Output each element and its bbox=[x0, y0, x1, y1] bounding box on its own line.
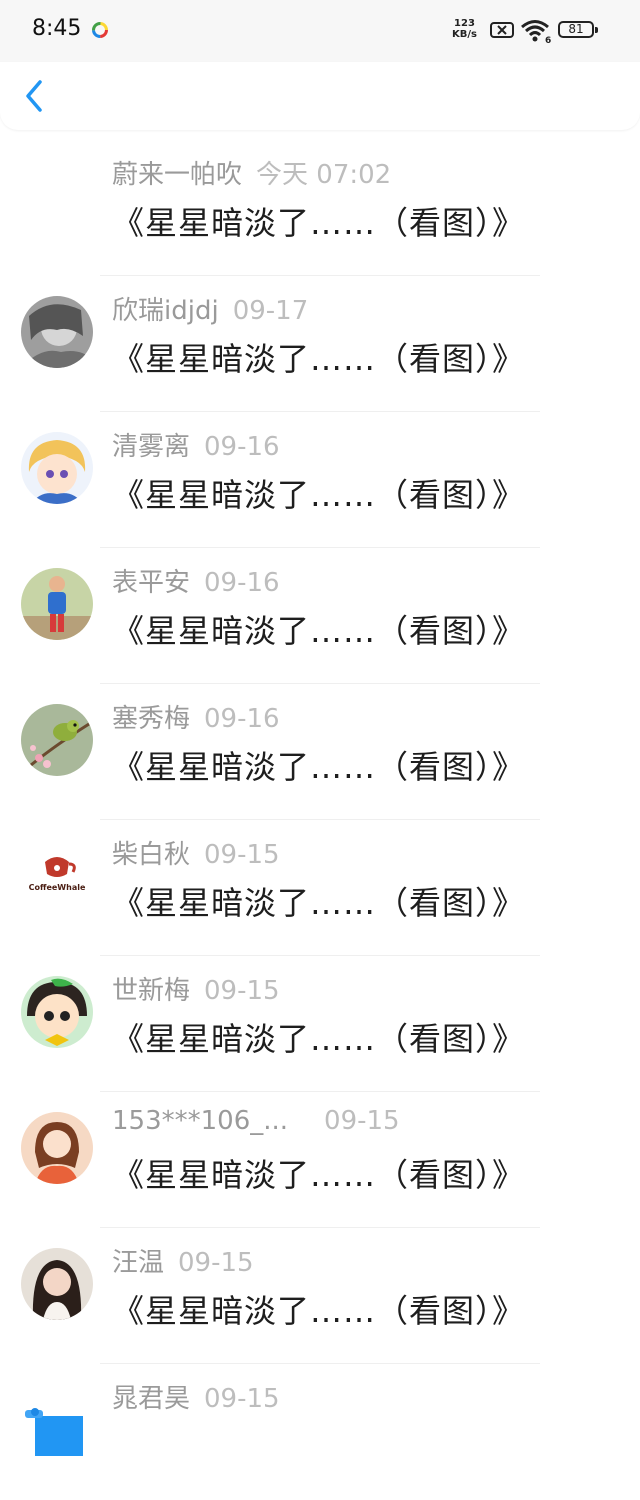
cartoon-face-icon bbox=[21, 976, 93, 1048]
comment-item[interactable]: 欣瑞idjdj 09-17 《星星暗淡了……（看图）》 bbox=[0, 276, 640, 412]
user-name[interactable]: 表平安 bbox=[112, 568, 190, 598]
kid-photo-icon bbox=[21, 568, 93, 640]
avatar[interactable] bbox=[21, 568, 93, 640]
comment-item[interactable]: 153***106_... 09-15 《星星暗淡了……（看图）》 bbox=[0, 1092, 640, 1228]
comment-item[interactable]: 汪温 09-15 《星星暗淡了……（看图）》 bbox=[0, 1228, 640, 1364]
comment-date: 09-15 bbox=[204, 976, 280, 1006]
comment-text: 《星星暗淡了……（看图）》 bbox=[112, 1156, 526, 1194]
avatar[interactable] bbox=[21, 1248, 93, 1320]
comment-text: 《星星暗淡了……（看图）》 bbox=[112, 476, 526, 514]
comment-item[interactable]: 塞秀梅 09-16 《星星暗淡了……（看图）》 bbox=[0, 684, 640, 820]
comment-date: 今天 07:02 bbox=[256, 160, 392, 190]
comment-meta: 欣瑞idjdj 09-17 bbox=[112, 290, 308, 327]
comment-item[interactable]: 表平安 09-16 《星星暗淡了……（看图）》 bbox=[0, 548, 640, 684]
gray-photo-icon bbox=[21, 296, 93, 368]
avatar[interactable] bbox=[21, 704, 93, 776]
comment-text: 《星星暗淡了……（看图）》 bbox=[112, 1292, 526, 1330]
comment-text: 《星星暗淡了……（看图）》 bbox=[112, 1020, 526, 1058]
status-bar: 8:45 123 KB/s 6 81 bbox=[0, 0, 640, 62]
network-speed: 123 KB/s bbox=[452, 18, 477, 40]
comment-text: 《星星暗淡了……（看图）》 bbox=[112, 340, 526, 378]
comment-text: 《星星暗淡了……（看图）》 bbox=[112, 612, 526, 650]
coffeewhale-logo-icon: CoffeeWhale bbox=[21, 840, 93, 912]
comment-date: 09-15 bbox=[178, 1248, 254, 1278]
avatar[interactable] bbox=[21, 432, 93, 504]
avatar[interactable]: CoffeeWhale bbox=[21, 840, 93, 912]
user-name[interactable]: 清雾离 bbox=[112, 432, 190, 462]
comment-meta: 晁君昊 09-15 bbox=[112, 1378, 280, 1415]
comment-text: 《星星暗淡了……（看图）》 bbox=[112, 204, 526, 242]
avatar[interactable] bbox=[21, 296, 93, 368]
user-name[interactable]: 汪温 bbox=[112, 1248, 164, 1278]
avatar[interactable] bbox=[21, 1112, 93, 1184]
comment-date: 09-16 bbox=[204, 568, 280, 598]
comment-date: 09-15 bbox=[324, 1106, 400, 1136]
svg-text:6: 6 bbox=[545, 36, 551, 44]
wifi-icon: 6 bbox=[521, 20, 551, 44]
battery-indicator: 81 bbox=[558, 21, 598, 38]
comment-meta: 柴白秋 09-15 bbox=[112, 834, 280, 871]
user-name[interactable]: 世新梅 bbox=[112, 976, 190, 1006]
comment-item[interactable]: CoffeeWhale 柴白秋 09-15 《星星暗淡了……（看图）》 bbox=[0, 820, 640, 956]
illustration-girl-icon bbox=[21, 1112, 93, 1184]
comment-meta: 表平安 09-16 bbox=[112, 562, 280, 599]
comment-date: 09-17 bbox=[232, 296, 309, 326]
comment-item[interactable]: 蔚来一帕吹 今天 07:02 《星星暗淡了……（看图）》 bbox=[0, 140, 640, 276]
app-notification-icon bbox=[92, 22, 108, 38]
user-name[interactable]: 柴白秋 bbox=[112, 840, 190, 870]
comment-date: 09-15 bbox=[204, 1384, 280, 1414]
comment-meta: 塞秀梅 09-16 bbox=[112, 698, 280, 735]
bird-photo-icon bbox=[21, 704, 93, 776]
user-name[interactable]: 晁君昊 bbox=[112, 1384, 190, 1414]
back-button[interactable] bbox=[18, 76, 52, 116]
comment-text: 《星星暗淡了……（看图）》 bbox=[112, 748, 526, 786]
header bbox=[0, 62, 640, 130]
comment-item[interactable]: 晁君昊 09-15 bbox=[0, 1364, 640, 1500]
chevron-left-icon bbox=[26, 80, 42, 112]
user-name[interactable]: 蔚来一帕吹 bbox=[112, 160, 242, 190]
no-sim-icon bbox=[490, 22, 514, 38]
comment-meta: 清雾离 09-16 bbox=[112, 426, 280, 463]
avatar[interactable] bbox=[21, 976, 93, 1048]
avatar[interactable] bbox=[21, 1384, 93, 1456]
comment-meta: 153***106_... 09-15 bbox=[112, 1106, 400, 1136]
girl-photo-icon bbox=[21, 1248, 93, 1320]
network-speed-unit: KB/s bbox=[452, 29, 477, 40]
coffeewhale-logo-text: CoffeeWhale bbox=[29, 883, 86, 892]
comment-item[interactable]: 清雾离 09-16 《星星暗淡了……（看图）》 bbox=[0, 412, 640, 548]
user-name[interactable]: 塞秀梅 bbox=[112, 704, 190, 734]
comment-meta: 蔚来一帕吹 今天 07:02 bbox=[112, 154, 391, 191]
comment-date: 09-16 bbox=[204, 432, 280, 462]
gift-icon bbox=[25, 1408, 83, 1456]
user-name[interactable]: 欣瑞idjdj bbox=[112, 296, 219, 326]
comment-meta: 世新梅 09-15 bbox=[112, 970, 280, 1007]
comment-item[interactable]: 世新梅 09-15 《星星暗淡了……（看图）》 bbox=[0, 956, 640, 1092]
comment-date: 09-15 bbox=[204, 840, 280, 870]
comment-text: 《星星暗淡了……（看图）》 bbox=[112, 884, 526, 922]
user-name[interactable]: 153***106_... bbox=[112, 1106, 288, 1136]
status-time: 8:45 bbox=[32, 16, 82, 41]
comment-date: 09-16 bbox=[204, 704, 280, 734]
network-speed-value: 123 bbox=[454, 18, 475, 29]
comment-meta: 汪温 09-15 bbox=[112, 1242, 254, 1279]
cartoon-girl-icon bbox=[21, 432, 93, 504]
